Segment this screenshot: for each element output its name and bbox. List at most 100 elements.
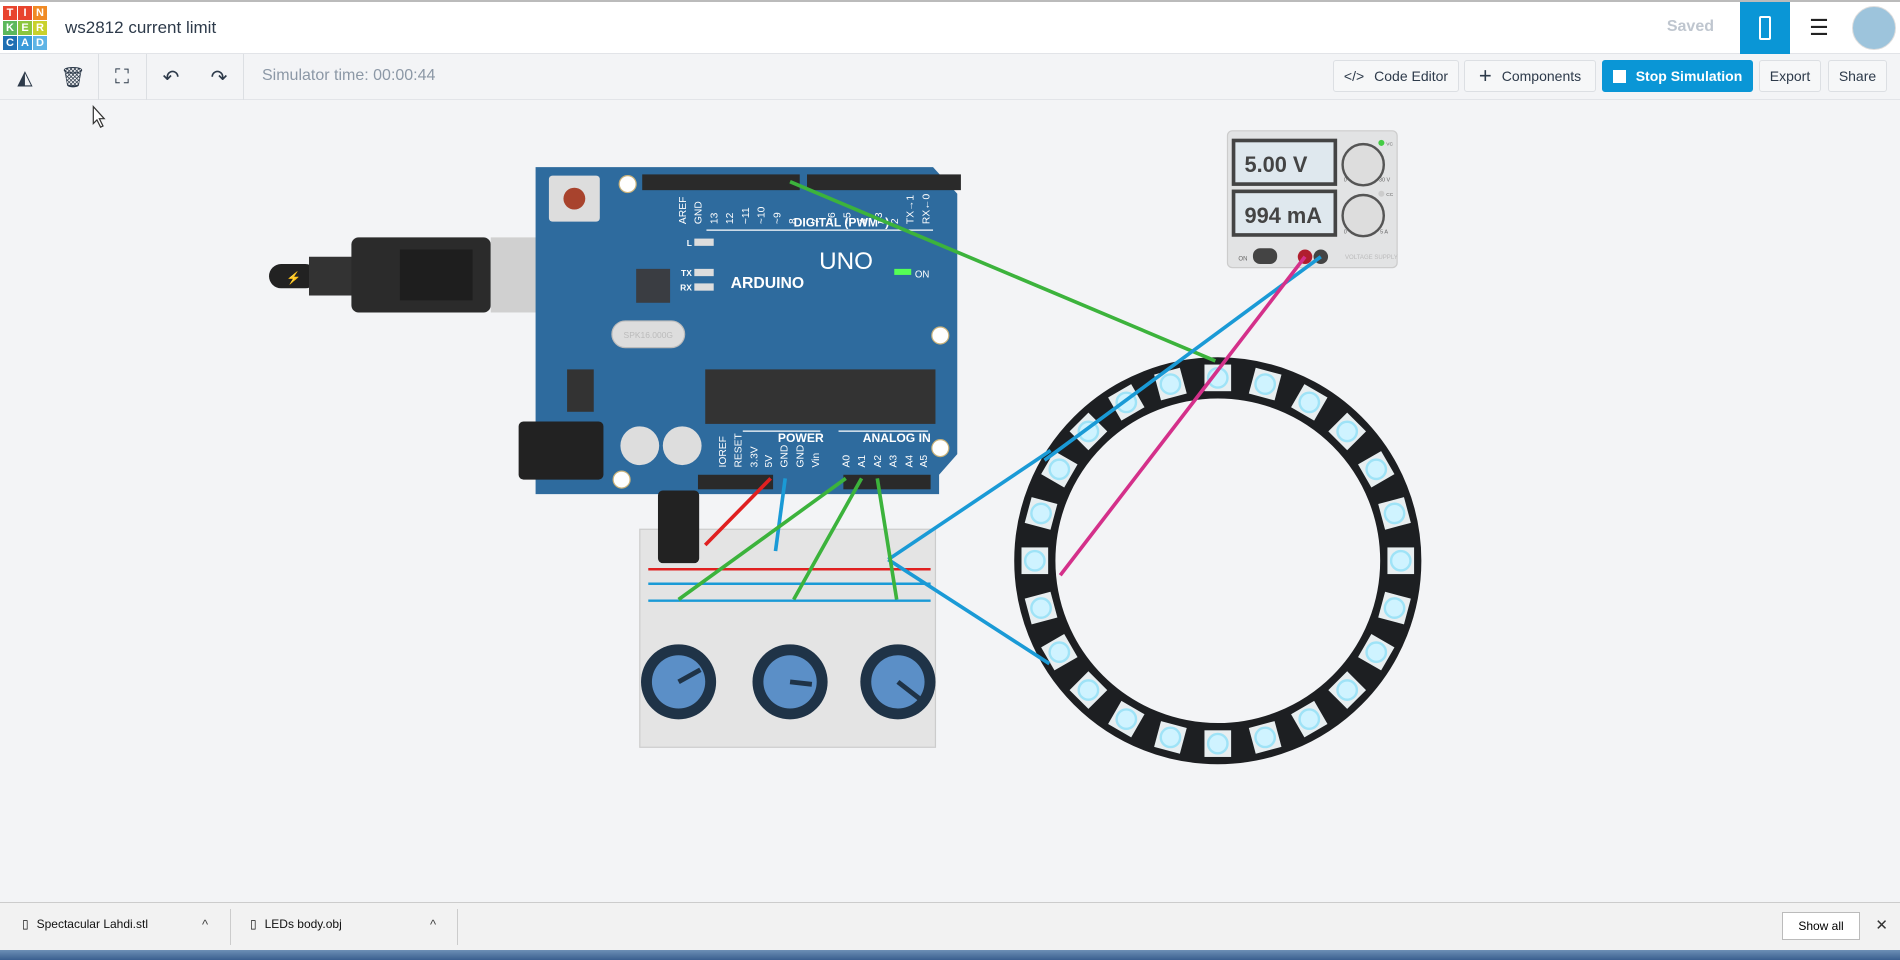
- pin-label: AREF: [678, 197, 689, 224]
- ring-led: [1389, 549, 1412, 572]
- code-editor-button[interactable]: </> Code Editor: [1333, 60, 1459, 92]
- delete-button[interactable]: 🗑: [52, 54, 94, 100]
- tinkercad-logo[interactable]: TIN KER CAD: [3, 5, 47, 50]
- power-switch-label: ON: [1238, 256, 1247, 262]
- avatar[interactable]: [1852, 6, 1896, 50]
- redo-icon: ↷: [210, 66, 228, 89]
- pin-label: ~5: [843, 212, 854, 224]
- arduino-model: UNO: [819, 248, 873, 275]
- arduino-uno[interactable]: SPK16.000G ARDUINO UNO DIGITAL (PWM~) PO…: [518, 167, 961, 495]
- download-item[interactable]: ▯ LEDs body.obj: [250, 917, 342, 931]
- components-button[interactable]: + Components: [1464, 60, 1596, 92]
- voltage-min-label: 0: [1344, 178, 1347, 184]
- ring-led: [1077, 679, 1100, 701]
- pin-label: ~9: [772, 212, 783, 224]
- arduino-brand: ARDUINO: [731, 275, 804, 292]
- ring-led: [1383, 597, 1406, 619]
- current-knob[interactable]: [1341, 193, 1386, 238]
- ring-led: [1254, 726, 1277, 749]
- show-all-button[interactable]: Show all: [1782, 912, 1860, 940]
- fit-view-icon: ⛶: [115, 65, 129, 88]
- redo-button[interactable]: ↷: [198, 54, 240, 100]
- current-mode-label: CC: [1386, 192, 1393, 198]
- circuit-view-button[interactable]: [1740, 2, 1790, 54]
- pin-label: 4: [858, 218, 869, 224]
- logo-letter: I: [18, 5, 32, 20]
- pin-label: ~11: [741, 207, 752, 224]
- logo-letter: N: [33, 5, 47, 20]
- rotate-button[interactable]: ◭: [4, 54, 46, 100]
- pin-label: 8: [788, 218, 799, 224]
- undo-icon: ↶: [162, 66, 180, 89]
- taskbar: [0, 950, 1900, 960]
- potentiometer[interactable]: [752, 644, 828, 720]
- header: TIN KER CAD ws2812 current limit Saved ☰: [0, 0, 1900, 54]
- logo-letter: D: [33, 35, 47, 50]
- ring-led: [1383, 502, 1406, 525]
- potentiometer[interactable]: [641, 644, 717, 720]
- trash-icon: 🗑: [60, 66, 86, 89]
- rx-led-label: RX: [680, 283, 692, 293]
- crystal-label: SPK16.000G: [624, 330, 673, 340]
- circuit-canvas[interactable]: ⚡ SPK16.000G ARDUINO UNO DIGITAL (PWM~) …: [0, 0, 1900, 958]
- download-bar: ▯ Spectacular Lahdi.stl ^ ▯ LEDs body.obj …: [0, 902, 1900, 950]
- current-max-label: 5 A: [1380, 230, 1388, 236]
- pin-label: 3.3V: [749, 446, 760, 467]
- rotate-icon: ◭: [17, 66, 33, 89]
- svg-text:⚡: ⚡: [286, 271, 301, 286]
- ring-led: [1336, 679, 1359, 701]
- pin-label: 12: [725, 212, 736, 224]
- voltage-knob[interactable]: [1341, 142, 1386, 187]
- power-switch[interactable]: [1252, 248, 1278, 265]
- pin-label: A1: [857, 455, 868, 468]
- file-icon: ▯: [22, 917, 29, 931]
- simulator-time: Simulator time: 00:00:44: [262, 67, 436, 84]
- circuit-view-icon: [1759, 16, 1771, 40]
- close-download-bar-icon[interactable]: ✕: [1875, 916, 1888, 934]
- pin-label: GND: [780, 445, 791, 468]
- component-list-button[interactable]: ☰: [1794, 2, 1844, 54]
- pin-label: RESET: [734, 433, 745, 468]
- fit-view-button[interactable]: ⛶: [101, 54, 143, 100]
- pin-label: 5V: [764, 455, 775, 468]
- plus-icon: +: [1478, 63, 1492, 88]
- pin-label: A3: [889, 455, 900, 468]
- tx-led-label: TX: [681, 268, 692, 278]
- supply-label: VOLTAGE SUPPLY: [1345, 255, 1398, 261]
- ring-led: [1336, 420, 1359, 443]
- mouse-cursor: [92, 105, 106, 128]
- capacitor: [657, 490, 700, 564]
- stop-simulation-button[interactable]: Stop Simulation: [1602, 60, 1753, 92]
- pin-label: ~6: [827, 212, 838, 224]
- power-supply[interactable]: 5.00 V 994 mA VC CC 0 30 V 0 5 A ON VOLT…: [1226, 130, 1398, 269]
- pin-label: TX→1: [906, 195, 917, 224]
- ring-led: [1030, 597, 1052, 619]
- pin-label: A0: [841, 455, 852, 468]
- power-label: POWER: [778, 431, 824, 445]
- pin-label: 7: [811, 218, 822, 224]
- ring-led: [1030, 502, 1052, 525]
- pin-label: A2: [873, 455, 884, 468]
- neopixel-ring[interactable]: [1014, 357, 1422, 765]
- undo-button[interactable]: ↶: [150, 54, 192, 100]
- share-button[interactable]: Share: [1828, 60, 1887, 92]
- pin-label: RX←0: [921, 194, 932, 225]
- download-options-chevron[interactable]: ^: [430, 917, 436, 932]
- potentiometer[interactable]: [860, 644, 936, 720]
- ring-led: [1365, 641, 1388, 664]
- l-led-label: L: [687, 238, 692, 248]
- pin-label: Vin: [811, 453, 822, 468]
- pin-label: ~10: [757, 206, 768, 224]
- pin-label: A5: [919, 455, 930, 468]
- ring-led: [1254, 373, 1277, 396]
- ring-led: [1048, 458, 1071, 481]
- stop-icon: [1612, 69, 1626, 83]
- download-item[interactable]: ▯ Spectacular Lahdi.stl: [22, 917, 148, 931]
- project-title[interactable]: ws2812 current limit: [65, 18, 216, 38]
- ring-led: [1159, 373, 1182, 396]
- ring-led: [1365, 458, 1388, 481]
- export-button[interactable]: Export: [1759, 60, 1821, 92]
- component-list-icon: ☰: [1809, 15, 1829, 40]
- voltage-max-label: 30 V: [1379, 178, 1391, 184]
- download-options-chevron[interactable]: ^: [202, 917, 208, 932]
